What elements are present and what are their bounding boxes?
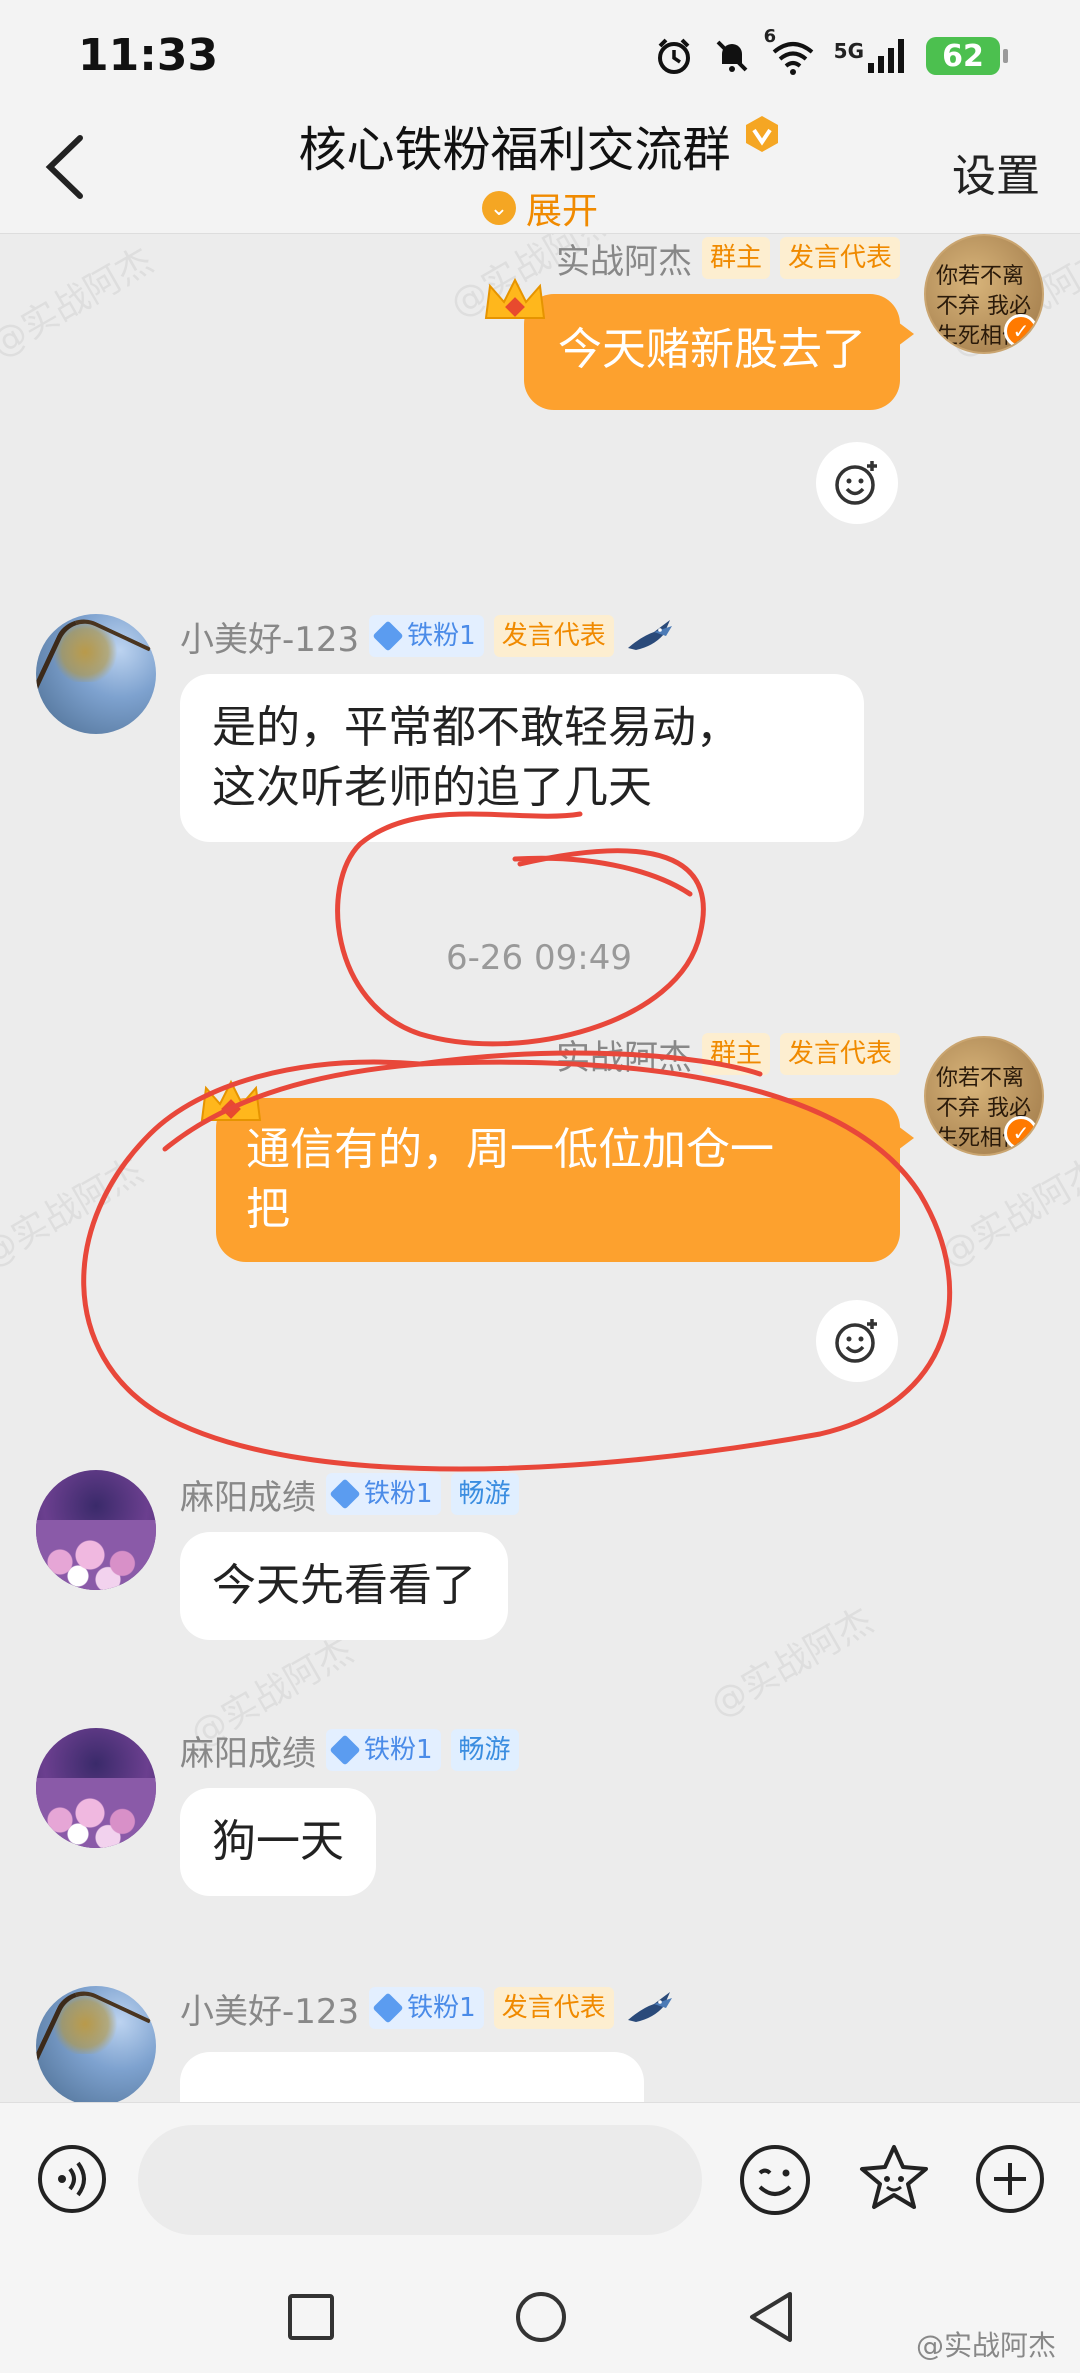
message-text: 狗一天 — [212, 1816, 344, 1867]
corner-watermark: @实战阿杰 — [915, 2329, 1056, 2362]
verified-icon — [745, 116, 778, 152]
wifi-icon: 6 — [764, 26, 816, 76]
group-title: 核心铁粉福利交流群 — [298, 122, 731, 178]
sender-name: 小美好-123 — [180, 1991, 360, 2032]
battery-level: 62 — [942, 38, 984, 74]
fan-gem-icon — [372, 1992, 404, 2024]
expand-label: 展开 — [525, 191, 598, 232]
avatar[interactable] — [36, 1728, 156, 1848]
recent-apps-button[interactable] — [288, 2294, 334, 2340]
network-type: 5G — [833, 39, 864, 63]
settings-button[interactable]: 设置 — [952, 140, 1040, 204]
system-nav-bar: @实战阿杰 — [0, 2262, 1080, 2373]
mute-icon — [716, 40, 748, 72]
voice-icon[interactable] — [36, 2143, 108, 2215]
bird-icon — [627, 1992, 672, 2022]
fan-badge: 铁粉1 — [326, 1473, 441, 1515]
home-button[interactable] — [516, 2292, 566, 2342]
plus-icon[interactable] — [974, 2143, 1046, 2215]
message-input[interactable] — [138, 2125, 702, 2235]
nav-back-icon[interactable] — [746, 2290, 796, 2344]
avatar-petals — [36, 1520, 156, 1590]
fan-badge-label: 铁粉1 — [364, 1479, 433, 1509]
sender-name: 麻阳成绩 — [180, 1477, 316, 1518]
status-time: 11:33 — [78, 30, 219, 81]
chat-area[interactable]: @实战阿杰 @实战阿杰 @实战阿杰 @实战阿杰 @实战阿杰 @实战阿杰 @实战阿… — [0, 234, 1080, 2102]
message-header: 小美好-123 铁粉1 发言代表 — [180, 1984, 676, 2032]
fan-gem-icon — [329, 1734, 361, 1766]
message-text: 今天先看看了 — [212, 1560, 476, 1611]
emoji-icon[interactable] — [738, 2143, 812, 2217]
input-bar — [0, 2102, 1080, 2262]
title-row: 核心铁粉福利交流群 — [0, 110, 1080, 180]
message-header: 麻阳成绩 铁粉1 畅游 — [180, 1726, 519, 1774]
battery-icon: 62 — [926, 37, 1008, 75]
fan-badge: 铁粉1 — [369, 1987, 484, 2029]
sender-name: 麻阳成绩 — [180, 1733, 316, 1774]
expand-icon: ⌄ — [481, 191, 516, 225]
wifi-sup: 6 — [763, 26, 777, 47]
message-bubble[interactable]: 狗一天 — [180, 1788, 376, 1896]
annotation-circles — [81, 811, 952, 1472]
signal-icon: 5G — [834, 39, 908, 73]
message-header: 麻阳成绩 铁粉1 畅游 — [180, 1470, 519, 1518]
roam-badge: 畅游 — [450, 1729, 519, 1771]
chat-header: 核心铁粉福利交流群 ⌄ 展开 设置 — [0, 100, 1080, 234]
rep-badge: 发言代表 — [493, 1987, 614, 2029]
fan-badge: 铁粉1 — [326, 1729, 441, 1771]
roam-badge: 畅游 — [450, 1473, 519, 1515]
status-icons: 6 5G 62 — [654, 26, 1008, 76]
avatar[interactable] — [36, 1986, 156, 2102]
fan-gem-icon — [329, 1478, 361, 1510]
avatar-petals — [36, 1778, 156, 1848]
alarm-icon — [657, 38, 690, 74]
expand-toggle[interactable]: ⌄ 展开 — [0, 182, 1080, 234]
message-bubble[interactable]: 今天先看看了 — [180, 1532, 508, 1640]
sticker-icon[interactable] — [856, 2141, 932, 2217]
fan-badge-label: 铁粉1 — [407, 1993, 476, 2023]
avatar[interactable] — [36, 1470, 156, 1590]
message-bubble[interactable] — [180, 2052, 644, 2102]
fan-badge-label: 铁粉1 — [364, 1735, 433, 1765]
